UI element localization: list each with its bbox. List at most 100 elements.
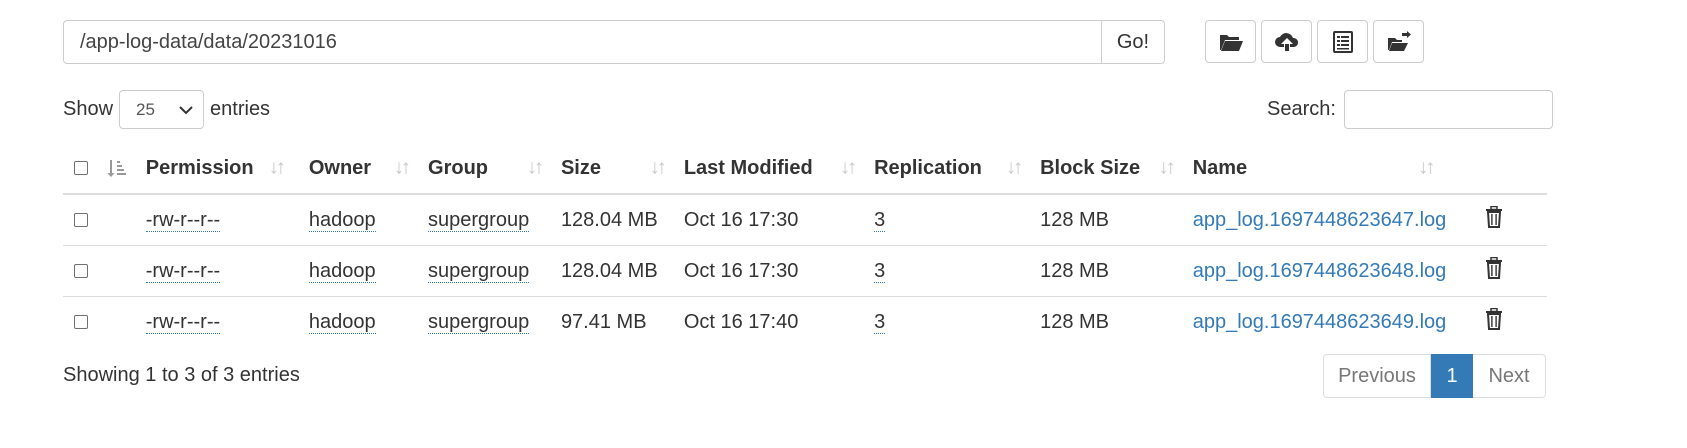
file-toolbar [1205,20,1429,63]
replication-value[interactable]: 3 [874,259,886,283]
column-header-group[interactable]: Group ↓↑ [428,143,561,195]
row-checkbox[interactable] [74,315,88,330]
sort-column-header[interactable] [104,143,146,195]
next-page-button[interactable]: Next [1473,354,1546,398]
column-header-label: Name [1192,156,1248,179]
move-button[interactable] [1373,20,1424,63]
go-button[interactable]: Go! [1102,20,1165,64]
permission-value[interactable]: -rw-r--r-- [145,259,221,283]
page-1-button[interactable]: 1 [1431,354,1473,398]
search-input[interactable] [1343,90,1553,129]
table-row: -rw-r--r-- hadoop supergroup 97.41 MB Oc… [63,297,1547,348]
delete-cell [1484,194,1547,246]
delete-button[interactable] [1484,307,1504,335]
size-cell: 128.04 MB [560,245,684,297]
group-cell: supergroup [428,245,561,297]
delete-button[interactable] [1484,256,1504,284]
replication-value[interactable]: 3 [874,208,886,232]
delete-button[interactable] [1484,205,1504,233]
last-modified-cell: Oct 16 17:30 [683,194,875,246]
name-cell: app_log.1697448623648.log [1192,245,1485,297]
file-name-link[interactable]: app_log.1697448623649.log [1193,311,1447,333]
block-size-cell: 128 MB [1040,194,1193,246]
directory-path-input[interactable] [63,20,1102,64]
group-value[interactable]: supergroup [428,259,530,283]
permission-cell: -rw-r--r-- [145,194,309,246]
group-value[interactable]: supergroup [428,208,530,232]
column-header-label: Block Size [1040,156,1141,179]
column-header-label: Group [428,156,489,179]
search-label: Search: [1267,98,1336,120]
owner-cell: hadoop [308,194,429,246]
entries-per-page-select[interactable]: 25 [119,90,205,129]
column-header-size[interactable]: Size ↓↑ [560,143,684,195]
list-alt-icon [1332,30,1353,53]
column-header-permission[interactable]: Permission ↓↑ [145,143,309,195]
column-header-label: Size [560,156,601,179]
column-header-owner[interactable]: Owner ↓↑ [308,143,429,195]
column-header-label: Owner [308,156,372,179]
delete-cell [1484,245,1547,297]
sort-icon: ↓↑ [1418,156,1435,179]
column-header-last-modified[interactable]: Last Modified ↓↑ [683,143,875,195]
replication-value[interactable]: 3 [874,310,886,334]
permission-cell: -rw-r--r-- [145,297,309,348]
owner-cell: hadoop [308,297,428,348]
column-header-block-size[interactable]: Block Size ↓↑ [1040,143,1193,195]
owner-value[interactable]: hadoop [308,208,376,232]
sort-icon: ↓↑ [840,156,857,179]
row-checkbox[interactable] [74,213,88,228]
sort-icon: ↓↑ [1006,156,1023,179]
table-header-row: Permission ↓↑ Owner ↓↑ Group ↓↑ Size ↓↑ Last… [63,143,1547,195]
column-header-name[interactable]: Name ↓↑ [1192,143,1485,195]
show-label: Show [63,98,114,120]
group-value[interactable]: supergroup [428,310,530,334]
owner-value[interactable]: hadoop [308,259,376,283]
sort-icon: ↓↑ [268,156,286,179]
owner-value[interactable]: hadoop [308,310,376,334]
cloud-upload-icon [1274,32,1298,51]
column-header-replication[interactable]: Replication ↓↑ [874,143,1041,195]
row-checkbox[interactable] [74,264,88,279]
column-header-label: Permission [145,156,254,179]
sort-icon: ↓↑ [394,156,411,179]
create-directory-button[interactable] [1205,20,1256,63]
empty-cell [104,245,146,297]
folder-move-icon [1387,30,1411,51]
permission-cell: -rw-r--r-- [145,245,309,297]
cut-paste-button[interactable] [1317,20,1368,63]
permission-value[interactable]: -rw-r--r-- [145,310,221,334]
block-size-cell: 128 MB [1040,310,1110,333]
entries-label: entries [210,98,271,120]
entries-per-page-value: 25 [136,99,155,119]
file-table: Permission ↓↑ Owner ↓↑ Group ↓↑ Size ↓↑ Last… [63,143,1547,347]
chevron-down-icon [179,105,193,114]
empty-cell [104,194,146,246]
owner-cell: hadoop [308,245,429,297]
name-cell: app_log.1697448623649.log [1193,297,1485,348]
row-select-cell [63,297,104,348]
previous-page-button[interactable]: Previous [1323,354,1431,398]
table-info: Showing 1 to 3 of 3 entries [63,364,300,386]
trash-icon [1486,256,1503,279]
upload-button[interactable] [1261,20,1312,63]
entries-length-control: Show 25 entries [63,90,270,129]
replication-cell: 3 [874,194,1041,246]
table-row: -rw-r--r-- hadoop supergroup 128.04 MB O… [63,245,1547,297]
folder-open-icon [1219,34,1243,51]
row-select-cell [63,194,105,246]
delete-column-header [1484,143,1547,195]
sort-icon: ↓↑ [649,156,667,179]
group-cell: supergroup [428,194,561,246]
file-name-link[interactable]: app_log.1697448623647.log [1193,209,1447,231]
path-bar: Go! [63,20,1165,64]
column-header-label: Last Modified [683,156,813,179]
replication-cell: 3 [874,297,1040,348]
select-all-checkbox[interactable] [74,161,88,176]
last-modified-cell: Oct 16 17:40 [683,310,799,333]
column-header-label: Replication [874,156,982,179]
permission-value[interactable]: -rw-r--r-- [145,208,221,232]
block-size-cell: 128 MB [1040,245,1193,297]
file-name-link[interactable]: app_log.1697448623648.log [1193,260,1447,282]
trash-icon [1486,307,1503,330]
